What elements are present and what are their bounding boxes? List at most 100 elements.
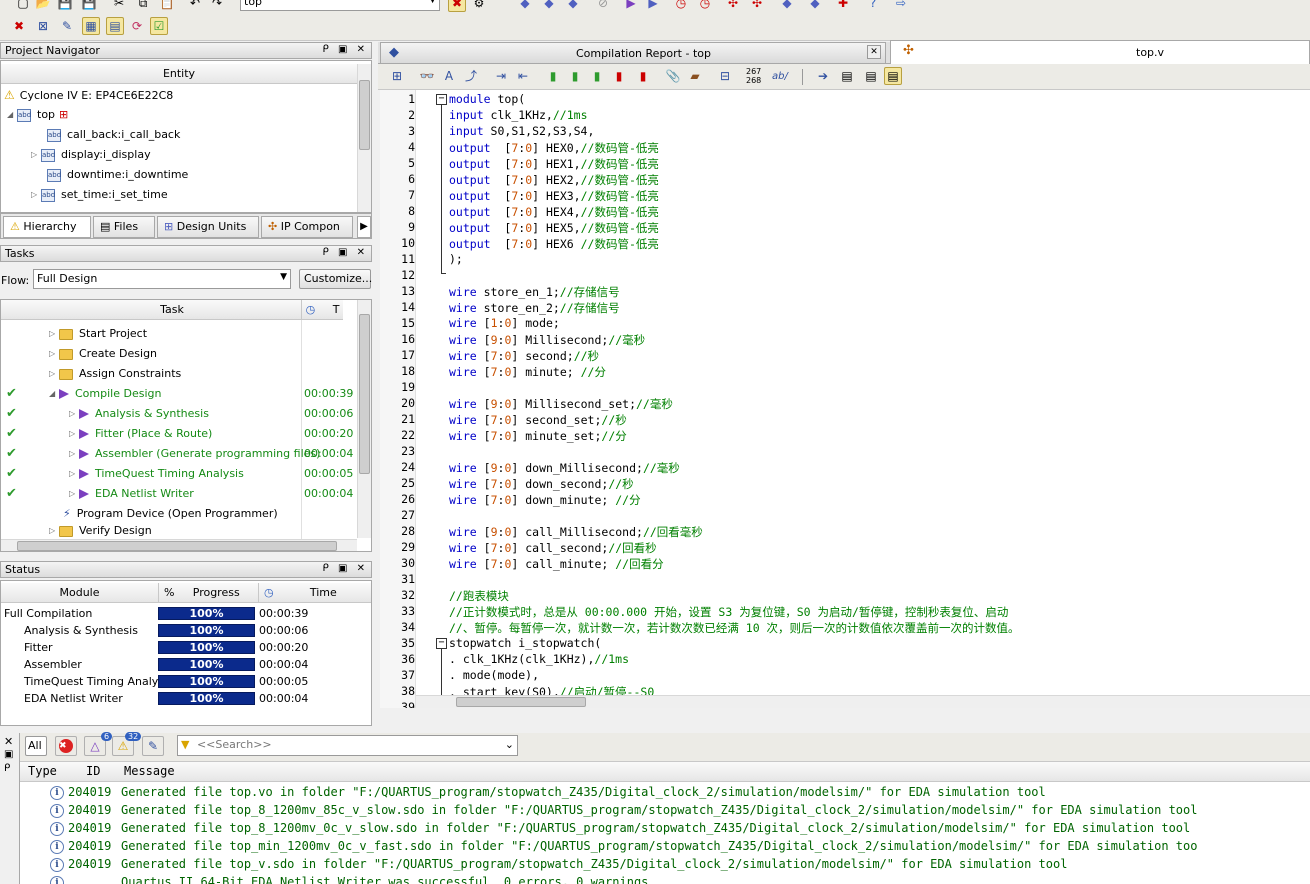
programmer-icon[interactable]: ◆ [806,0,824,12]
expand-icon[interactable]: ▷ [49,344,59,364]
help-icon[interactable]: ? [864,0,882,12]
rtl-icon[interactable]: ⊠ [34,17,52,35]
expand-icon[interactable]: ◢ [7,105,17,125]
code-line[interactable]: wire [7:0] minute; //分 [449,364,606,380]
code-line[interactable]: input S0,S1,S2,S3,S4, [449,124,594,138]
pin-planner-icon[interactable]: ✣ [748,0,766,12]
signaltap-icon[interactable]: ✚ [834,0,852,12]
arrow-right-icon[interactable]: ➔ [814,67,832,85]
expand-icon[interactable]: ▷ [69,484,79,504]
code-line[interactable]: wire [1:0] mode; [449,316,560,330]
bookmark-icon[interactable]: ▮ [544,67,562,85]
code-line[interactable]: wire [7:0] call_second;//回看秒 [449,540,657,556]
tasks-icon[interactable]: ▦ [82,17,100,35]
tab-compilation-report[interactable]: ◆ Compilation Report - top ✕ [380,42,886,64]
code-line[interactable]: wire [9:0] call_Millisecond;//回看毫秒 [449,524,703,540]
code-line[interactable]: wire store_en_2;//存储信号 [449,300,620,316]
close-icon[interactable]: ✕ [867,45,881,59]
code-line[interactable]: wire [9:0] down_Millisecond;//毫秒 [449,460,680,476]
checklist-icon[interactable]: ☑ [150,17,168,35]
task-row[interactable]: ✔ ▷ Assembler (Generate programming files)… [1,444,353,464]
synthesis-icon[interactable]: ◆ [540,0,558,12]
status-row[interactable]: EDA Netlist Writer [24,690,123,707]
message-row[interactable]: i 204019 Generated file top_8_1200mv_0c_v_… [20,819,1190,837]
tree-row-call-back[interactable]: abd call_back:i_call_back [47,125,180,145]
code-line[interactable]: wire [9:0] Millisecond_set;//毫秒 [449,396,673,412]
panel-controls[interactable]: ᑭ ▣ ✕ [323,563,368,574]
tab-scroll-right-icon[interactable]: ▶ [357,216,371,238]
project-navigator-icon[interactable]: ✖ [10,17,28,35]
task-row[interactable]: ✔ ▷ Analysis & Synthesis 00:00:06 [1,404,353,424]
collapse-icon[interactable]: ◢ [49,384,59,404]
task-row[interactable]: ✔ ◢ Compile Design 00:00:39 [1,384,353,404]
code-line[interactable]: wire [7:0] second;//秒 [449,348,599,364]
code-line[interactable]: //、暂停。每暂停一次，就计数一次，若计数次数已经满 10 次，则后一次的计数值… [449,620,1020,636]
revision-dropdown[interactable]: top ▼ [240,0,440,11]
tasks-vscrollbar[interactable] [357,300,371,538]
task-row[interactable]: ✔ ▷ Fitter (Place & Route) 00:00:20 [1,424,353,444]
tree-row-device[interactable]: ⚠ Cyclone IV E: EP4CE6E22C8 [4,85,173,105]
analysis-icon[interactable]: ◆ [516,0,534,12]
tasks-hscrollbar[interactable] [1,539,357,551]
fold-icon[interactable]: − [436,94,447,105]
navigator-scrollbar[interactable] [357,64,371,212]
status-row[interactable]: Assembler [24,656,82,673]
save-all-icon[interactable]: 💾 [80,0,98,12]
code-line[interactable]: ); [449,252,463,266]
view-split-icon[interactable]: ▤ [862,67,880,85]
netlist-icon[interactable]: ▶ [644,0,662,12]
suppress-icon[interactable]: ✎ [142,736,164,756]
task-row[interactable]: ▷ Start Project [1,324,343,344]
entity-column-header[interactable]: Entity [1,64,357,84]
expand-icon[interactable]: ▷ [69,404,79,424]
time-column-header[interactable]: ◷ Time [258,583,371,603]
rtl-viewer-icon[interactable]: ◆ [778,0,796,12]
code-line[interactable]: . clk_1KHz(clk_1KHz),//1ms [449,652,629,666]
code-line[interactable]: wire [7:0] minute_set;//分 [449,428,627,444]
status-row[interactable]: Fitter [24,639,53,656]
tree-row-display[interactable]: ▷ abd display:i_display [31,145,151,165]
undo-icon[interactable]: ↶ [186,0,204,12]
message-search[interactable]: ▼ <<Search>> ⌄ [177,735,518,756]
prev-bookmark-icon[interactable]: ▮ [588,67,606,85]
time-column-header[interactable]: ◷ T [301,300,343,320]
status-row[interactable]: Full Compilation [4,605,92,622]
table-icon[interactable]: ▤ [106,17,124,35]
code-line[interactable]: module top( [449,92,525,106]
chip-planner-icon[interactable]: ✣ [724,0,742,12]
id-column-header[interactable]: ID [86,764,100,778]
expand-icon[interactable]: ▷ [69,444,79,464]
message-row[interactable]: i 204019 Generated file top_min_1200mv_0c_… [20,837,1197,855]
tab-design-units[interactable]: ⊞ Design Units [157,216,259,238]
code-line[interactable]: wire [7:0] second_set;//秒 [449,412,627,428]
task-row[interactable]: ⚡ Program Device (Open Programmer) [1,504,343,524]
module-column-header[interactable]: Module [1,583,158,603]
code-line[interactable]: output [7:0] HEX2,//数码管-低亮 [449,172,659,188]
expand-icon[interactable]: ▷ [31,145,41,165]
panel-controls[interactable]: ᑭ ▣ ✕ [323,247,368,258]
task-column-header[interactable]: Task [1,300,343,320]
code-line[interactable]: output [7:0] HEX6 //数码管-低亮 [449,236,659,252]
indent-icon[interactable]: ⇥ [492,67,510,85]
code-line[interactable]: input clk_1KHz,//1ms [449,108,588,122]
code-line[interactable]: wire store_en_1;//存储信号 [449,284,620,300]
toggle-icon[interactable]: ⊞ [388,67,406,85]
status-row[interactable]: Analysis & Synthesis [24,622,138,639]
filter-all-button[interactable]: All [25,736,47,756]
code-editor[interactable]: − − 1 module top(2 input clk_1KHz,//1ms 3 in… [380,90,1310,708]
error-filter-icon[interactable]: ✖ [55,736,77,756]
edit-icon[interactable]: ✎ [58,17,76,35]
expand-icon[interactable]: ▷ [49,364,59,384]
task-row[interactable]: ✔ ▷ EDA Netlist Writer 00:00:04 [1,484,353,504]
status-row[interactable]: TimeQuest Timing Analyzer [24,673,175,690]
outdent-icon[interactable]: ⇤ [514,67,532,85]
customize-button[interactable]: Customize... [299,269,372,289]
message-row[interactable]: i 204019 Generated file top_8_1200mv_85c_v… [20,801,1197,819]
pin-icon[interactable]: ᑭ [4,763,10,774]
float-icon[interactable]: ▣ [4,749,13,760]
clear-bookmark-icon[interactable]: ▮ [610,67,628,85]
code-line[interactable]: wire [9:0] Millisecond;//毫秒 [449,332,645,348]
code-line[interactable]: output [7:0] HEX3,//数码管-低亮 [449,188,659,204]
expand-icon[interactable]: ▷ [49,324,59,344]
save-icon[interactable]: 💾 [56,0,74,12]
